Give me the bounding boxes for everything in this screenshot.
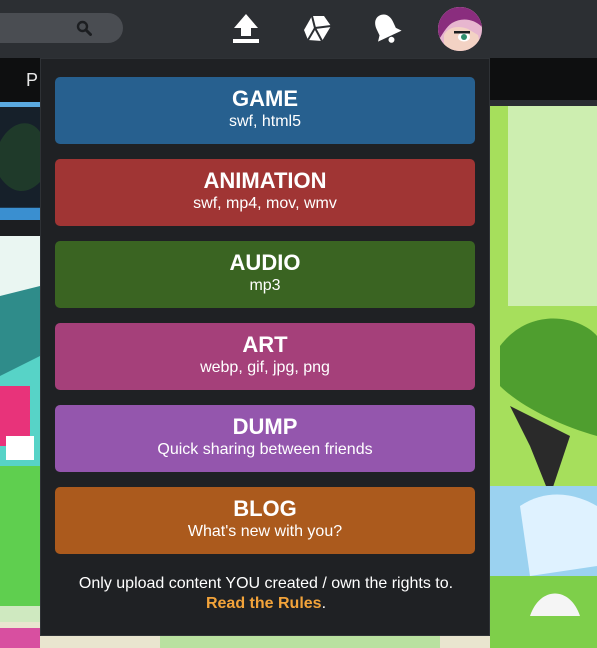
subnav-item-label[interactable]: P [26, 70, 38, 91]
category-formats: webp, gif, jpg, png [200, 359, 330, 376]
rights-notice-text: Only upload content YOU created / own th… [78, 575, 454, 592]
category-title: ANIMATION [203, 168, 327, 193]
search-icon[interactable] [76, 20, 92, 36]
upload-audio-button[interactable]: AUDIO mp3 [55, 241, 475, 308]
upload-blog-button[interactable]: BLOG What's new with you? [55, 487, 475, 554]
notifications-bell-icon[interactable] [369, 10, 403, 46]
category-description: What's new with you? [187, 523, 343, 540]
upload-art-button[interactable]: ART webp, gif, jpg, png [55, 323, 475, 390]
page: P GAME swf, html5 ANIMATION swf, mp4, mo… [0, 0, 597, 648]
category-formats: swf, mp4, mov, wmv [193, 195, 337, 212]
category-title: BLOG [233, 496, 297, 521]
category-formats: mp3 [249, 277, 281, 294]
user-avatar[interactable] [438, 7, 482, 51]
artwork-thumbnail[interactable] [490, 106, 597, 648]
category-description: Quick sharing between friends [157, 441, 373, 458]
category-formats: swf, html5 [228, 113, 301, 130]
upload-dump-button[interactable]: DUMP Quick sharing between friends [55, 405, 475, 472]
rules-period: . [321, 595, 327, 612]
category-title: GAME [232, 86, 298, 111]
category-title: ART [242, 332, 288, 357]
upload-dropdown-menu: GAME swf, html5 ANIMATION swf, mp4, mov,… [40, 58, 490, 636]
dumping-ground-icon[interactable] [300, 10, 334, 46]
category-title: DUMP [232, 414, 298, 439]
upload-rights-notice: Only upload content YOU created / own th… [41, 574, 491, 614]
top-bar [0, 0, 597, 58]
upload-game-button[interactable]: GAME swf, html5 [55, 77, 475, 144]
artwork-thumbnail[interactable] [0, 102, 40, 220]
search-input[interactable] [0, 13, 123, 43]
read-the-rules-link[interactable]: Read the Rules [206, 595, 322, 612]
artwork-thumbnail[interactable] [0, 236, 40, 648]
upload-icon[interactable] [229, 10, 263, 46]
category-title: AUDIO [229, 250, 301, 275]
upload-animation-button[interactable]: ANIMATION swf, mp4, mov, wmv [55, 159, 475, 226]
